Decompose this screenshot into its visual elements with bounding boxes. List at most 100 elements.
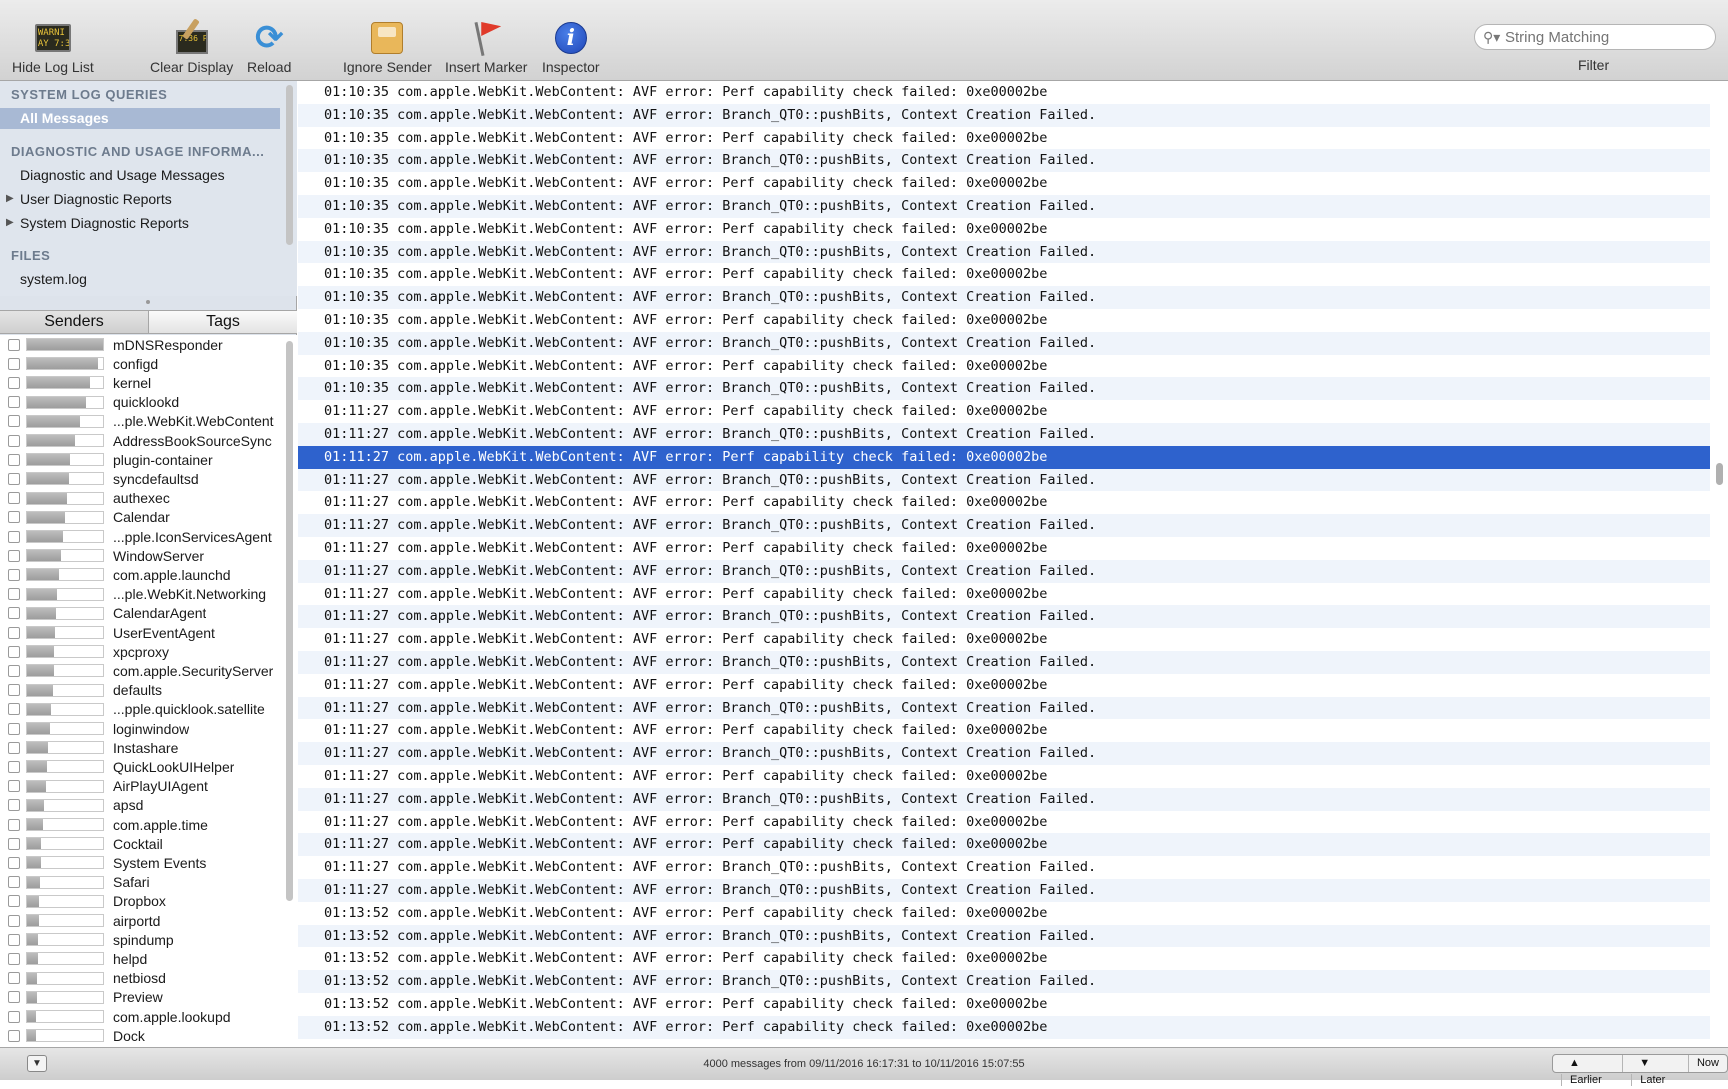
- later-button[interactable]: ▼ Later: [1622, 1055, 1688, 1086]
- sender-checkbox[interactable]: [8, 415, 20, 428]
- log-row[interactable]: 01:11:27 com.apple.WebKit.WebContent: AV…: [298, 514, 1710, 537]
- log-row[interactable]: 01:11:27 com.apple.WebKit.WebContent: AV…: [298, 491, 1710, 514]
- sender-row[interactable]: plugin-container: [0, 450, 284, 469]
- source-system-diagnostic-reports[interactable]: System Diagnostic Reports: [20, 215, 189, 231]
- tab-senders[interactable]: Senders: [0, 311, 148, 333]
- sender-row[interactable]: syncdefaultsd: [0, 469, 284, 488]
- log-row[interactable]: 01:10:35 com.apple.WebKit.WebContent: AV…: [298, 195, 1710, 218]
- log-row[interactable]: 01:13:52 com.apple.WebKit.WebContent: AV…: [298, 947, 1710, 970]
- sender-checkbox[interactable]: [8, 933, 20, 946]
- sender-checkbox[interactable]: [8, 1010, 20, 1023]
- tab-tags[interactable]: Tags: [148, 311, 297, 333]
- sender-row[interactable]: kernel: [0, 373, 284, 392]
- earlier-button[interactable]: ▲ Earlier: [1553, 1055, 1622, 1086]
- log-row[interactable]: 01:11:27 com.apple.WebKit.WebContent: AV…: [298, 674, 1710, 697]
- sender-checkbox[interactable]: [8, 972, 20, 985]
- sender-checkbox[interactable]: [8, 741, 20, 754]
- log-row[interactable]: 01:11:27 com.apple.WebKit.WebContent: AV…: [298, 719, 1710, 742]
- sender-checkbox[interactable]: [8, 684, 20, 697]
- sender-row[interactable]: WindowServer: [0, 546, 284, 565]
- search-field[interactable]: ⚲▾: [1474, 24, 1716, 50]
- sender-row[interactable]: UserEventAgent: [0, 623, 284, 642]
- log-row[interactable]: 01:10:35 com.apple.WebKit.WebContent: AV…: [298, 103, 1710, 127]
- sender-checkbox[interactable]: [8, 914, 20, 927]
- sender-checkbox[interactable]: [8, 607, 20, 620]
- disclosure-triangle-icon[interactable]: ▶: [6, 193, 14, 204]
- log-row[interactable]: 01:10:35 com.apple.WebKit.WebContent: AV…: [298, 377, 1710, 401]
- sender-checkbox[interactable]: [8, 511, 20, 524]
- sender-checkbox[interactable]: [8, 856, 20, 869]
- hide-log-list-button[interactable]: WARNI AY 7:36 Hide Log List: [12, 20, 94, 75]
- sender-checkbox[interactable]: [8, 1029, 20, 1042]
- source-user-diagnostic-reports[interactable]: User Diagnostic Reports: [20, 191, 172, 207]
- sender-row[interactable]: loginwindow: [0, 719, 284, 738]
- sender-checkbox[interactable]: [8, 799, 20, 812]
- log-row[interactable]: 01:10:35 com.apple.WebKit.WebContent: AV…: [298, 127, 1710, 150]
- sender-checkbox[interactable]: [8, 818, 20, 831]
- sender-checkbox[interactable]: [8, 492, 20, 505]
- sender-checkbox[interactable]: [8, 588, 20, 601]
- sender-checkbox[interactable]: [8, 530, 20, 543]
- sender-checkbox[interactable]: [8, 895, 20, 908]
- log-row[interactable]: 01:11:27 com.apple.WebKit.WebContent: AV…: [298, 787, 1710, 811]
- sources-scrollbar[interactable]: [286, 85, 293, 245]
- log-row[interactable]: 01:13:52 com.apple.WebKit.WebContent: AV…: [298, 993, 1710, 1016]
- sender-row[interactable]: CalendarAgent: [0, 604, 284, 623]
- log-row[interactable]: 01:10:35 com.apple.WebKit.WebContent: AV…: [298, 172, 1710, 195]
- sender-row[interactable]: helpd: [0, 949, 284, 968]
- sender-row[interactable]: defaults: [0, 681, 284, 700]
- sender-row[interactable]: quicklookd: [0, 393, 284, 412]
- sender-checkbox[interactable]: [8, 760, 20, 773]
- senders-scrollbar[interactable]: [286, 341, 293, 901]
- sender-row[interactable]: apsd: [0, 796, 284, 815]
- log-row[interactable]: 01:11:27 com.apple.WebKit.WebContent: AV…: [298, 811, 1710, 834]
- sender-checkbox[interactable]: [8, 396, 20, 409]
- log-row[interactable]: 01:13:52 com.apple.WebKit.WebContent: AV…: [298, 924, 1710, 948]
- log-row[interactable]: 01:11:27 com.apple.WebKit.WebContent: AV…: [298, 445, 1710, 469]
- sender-row[interactable]: airportd: [0, 911, 284, 930]
- log-row[interactable]: 01:10:35 com.apple.WebKit.WebContent: AV…: [298, 286, 1710, 309]
- log-row[interactable]: 01:11:27 com.apple.WebKit.WebContent: AV…: [298, 628, 1710, 651]
- reload-button[interactable]: ⟳ Reload: [247, 20, 291, 75]
- sender-row[interactable]: System Events: [0, 853, 284, 872]
- sender-checkbox[interactable]: [8, 837, 20, 850]
- log-row[interactable]: 01:11:27 com.apple.WebKit.WebContent: AV…: [298, 879, 1710, 902]
- sender-checkbox[interactable]: [8, 338, 20, 351]
- log-scrollbar[interactable]: [1716, 463, 1723, 485]
- log-row[interactable]: 01:10:35 com.apple.WebKit.WebContent: AV…: [298, 263, 1710, 286]
- source-diagnostic-messages[interactable]: Diagnostic and Usage Messages: [20, 167, 225, 183]
- sender-row[interactable]: Cocktail: [0, 834, 284, 853]
- sender-row[interactable]: ...pple.IconServicesAgent: [0, 527, 284, 546]
- sender-checkbox[interactable]: [8, 780, 20, 793]
- log-row[interactable]: 01:11:27 com.apple.WebKit.WebContent: AV…: [298, 559, 1710, 583]
- source-system-log[interactable]: system.log: [20, 271, 87, 287]
- disclosure-triangle-icon[interactable]: ▶: [6, 217, 14, 228]
- log-row[interactable]: 01:11:27 com.apple.WebKit.WebContent: AV…: [298, 696, 1710, 720]
- log-row[interactable]: 01:10:35 com.apple.WebKit.WebContent: AV…: [298, 218, 1710, 241]
- sender-row[interactable]: authexec: [0, 489, 284, 508]
- sender-row[interactable]: com.apple.launchd: [0, 565, 284, 584]
- sender-checkbox[interactable]: [8, 472, 20, 485]
- log-row[interactable]: 01:11:27 com.apple.WebKit.WebContent: AV…: [298, 537, 1710, 560]
- sender-row[interactable]: Calendar: [0, 508, 284, 527]
- sender-row[interactable]: spindump: [0, 930, 284, 949]
- sender-row[interactable]: xpcproxy: [0, 642, 284, 661]
- log-row[interactable]: 01:10:35 com.apple.WebKit.WebContent: AV…: [298, 309, 1710, 332]
- log-row[interactable]: 01:13:52 com.apple.WebKit.WebContent: AV…: [298, 902, 1710, 925]
- sender-row[interactable]: AirPlayUIAgent: [0, 777, 284, 796]
- sender-checkbox[interactable]: [8, 645, 20, 658]
- ignore-sender-button[interactable]: Ignore Sender: [343, 20, 432, 75]
- log-row[interactable]: 01:11:27 com.apple.WebKit.WebContent: AV…: [298, 583, 1710, 606]
- now-button[interactable]: Now: [1687, 1055, 1727, 1072]
- sender-checkbox[interactable]: [8, 453, 20, 466]
- log-row[interactable]: 01:11:27 com.apple.WebKit.WebContent: AV…: [298, 833, 1710, 857]
- log-row[interactable]: 01:10:35 com.apple.WebKit.WebContent: AV…: [298, 149, 1710, 173]
- log-row[interactable]: 01:11:27 com.apple.WebKit.WebContent: AV…: [298, 742, 1710, 765]
- sender-checkbox[interactable]: [8, 376, 20, 389]
- sender-checkbox[interactable]: [8, 952, 20, 965]
- split-view-handle[interactable]: [146, 300, 150, 304]
- log-row[interactable]: 01:11:27 com.apple.WebKit.WebContent: AV…: [298, 468, 1710, 492]
- log-row[interactable]: 01:10:35 com.apple.WebKit.WebContent: AV…: [298, 355, 1710, 378]
- sender-checkbox[interactable]: [8, 357, 20, 370]
- log-row[interactable]: 01:10:35 com.apple.WebKit.WebContent: AV…: [298, 81, 1710, 104]
